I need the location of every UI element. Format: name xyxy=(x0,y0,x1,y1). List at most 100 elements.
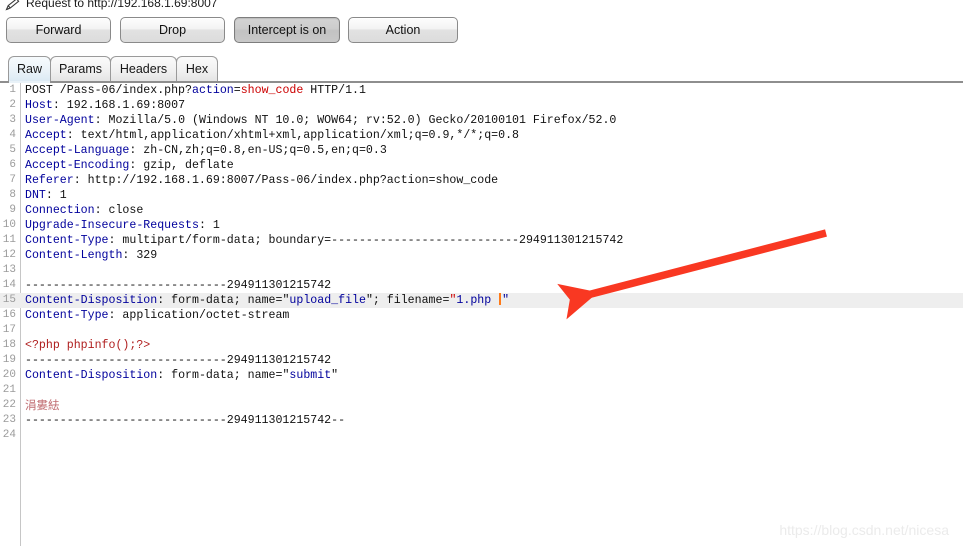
code-text: -----------------------------29491130121… xyxy=(25,413,345,428)
drop-button[interactable]: Drop xyxy=(120,17,225,43)
code-line[interactable]: 7 Referer: http://192.168.1.69:8007/Pass-… xyxy=(0,173,963,188)
code-span: action xyxy=(191,84,234,97)
line-number: 4 xyxy=(9,129,16,141)
code-span: Content-Disposition xyxy=(25,294,158,307)
line-number: 22 xyxy=(2,399,16,411)
code-line[interactable]: 10 Upgrade-Insecure-Requests: 1 xyxy=(0,218,963,233)
line-number: 3 xyxy=(9,114,16,126)
code-line[interactable]: 5 Accept-Language: zh-CN,zh;q=0.8,en-US;q… xyxy=(0,143,963,158)
code-text: Accept: text/html,application/xhtml+xml,… xyxy=(25,128,519,143)
code-span: upload_file xyxy=(289,294,366,307)
watermark: https://blog.csdn.net/nicesa xyxy=(779,522,949,538)
code-span: Accept-Encoding xyxy=(25,159,130,172)
line-number: 10 xyxy=(2,219,16,231)
code-line[interactable]: 14 -----------------------------294911301… xyxy=(0,278,963,293)
code-text: Content-Disposition: form-data; name= " up… xyxy=(25,293,509,308)
code-text: Upgrade-Insecure-Requests: 1 xyxy=(25,218,220,233)
code-line-list[interactable]: 1 POST /Pass-06/index.php?action=show_cod… xyxy=(0,83,963,443)
code-line[interactable]: 24 xyxy=(0,428,963,443)
code-span: "; filename= xyxy=(365,294,450,307)
code-line[interactable]: 23 -----------------------------294911301… xyxy=(0,413,963,428)
code-span: : Mozilla/5.0 (Windows NT 10.0; WOW64; r… xyxy=(94,114,617,127)
code-span: : http://192.168.1.69:8007/Pass-06/index… xyxy=(73,174,499,187)
code-span: show_code xyxy=(240,84,304,97)
code-line[interactable]: 22 涓婁紶 xyxy=(0,398,963,413)
tab-headers[interactable]: Headers xyxy=(110,56,177,81)
code-line[interactable]: 12 Content-Length: 329 xyxy=(0,248,963,263)
code-line[interactable]: 16 Content-Type: application/octet-stream xyxy=(0,308,963,323)
code-text: Content-Disposition: form-data; name= "su… xyxy=(25,368,338,383)
code-span: : text/html,application/xhtml+xml,applic… xyxy=(66,129,519,142)
raw-request-editor[interactable]: 1 POST /Pass-06/index.php?action=show_cod… xyxy=(0,83,963,546)
code-span: Upgrade-Insecure-Requests xyxy=(25,219,199,232)
code-span: Content-Length xyxy=(25,249,123,262)
code-text: Accept-Language: zh-CN,zh;q=0.8,en-US;q=… xyxy=(25,143,387,158)
code-line[interactable]: 6 Accept-Encoding: gzip, deflate xyxy=(0,158,963,173)
code-text: Content-Type: multipart/form-data; bound… xyxy=(25,233,623,248)
code-span: Connection xyxy=(25,204,95,217)
code-line[interactable]: 11 Content-Type: multipart/form-data; bou… xyxy=(0,233,963,248)
code-span: Content-Type xyxy=(25,309,109,322)
code-span: : 329 xyxy=(122,249,158,262)
code-text: POST /Pass-06/index.php?action=show_code… xyxy=(25,83,366,98)
code-text: -----------------------------29491130121… xyxy=(25,353,331,368)
forward-button[interactable]: Forward xyxy=(6,17,111,43)
code-line[interactable]: 2 Host: 192.168.1.69:8007 xyxy=(0,98,963,113)
code-span: Content-Type xyxy=(25,234,109,247)
code-span: submit xyxy=(289,369,332,382)
code-span: Content-Disposition xyxy=(25,369,158,382)
line-number: 5 xyxy=(9,144,16,156)
code-span: " xyxy=(502,294,510,307)
window-title-bar: Request to http://192.168.1.69:8007 xyxy=(0,0,963,14)
message-view-tabs: Raw Params Headers Hex xyxy=(0,56,963,82)
code-line[interactable]: 1 POST /Pass-06/index.php?action=show_cod… xyxy=(0,83,963,98)
code-line[interactable]: 3 User-Agent: Mozilla/5.0 (Windows NT 10.… xyxy=(0,113,963,128)
line-number: 7 xyxy=(9,174,16,186)
code-span: Accept xyxy=(25,129,67,142)
line-number: 6 xyxy=(9,159,16,171)
code-span: Referer xyxy=(25,174,74,187)
text-caret xyxy=(499,293,502,305)
code-text: DNT: 1 xyxy=(25,188,67,203)
line-number: 15 xyxy=(2,294,16,306)
code-line[interactable]: 8 DNT: 1 xyxy=(0,188,963,203)
code-span: -----------------------------29491130121… xyxy=(25,279,332,292)
action-button[interactable]: Action xyxy=(348,17,458,43)
code-line[interactable]: 21 xyxy=(0,383,963,398)
code-text: 涓婁紶 xyxy=(25,398,60,414)
intercept-toggle-button[interactable]: Intercept is on xyxy=(234,17,340,43)
tab-raw[interactable]: Raw xyxy=(8,56,51,81)
code-line[interactable]: 18 <?php phpinfo();?> xyxy=(0,338,963,353)
code-span: : application/octet-stream xyxy=(108,309,290,322)
code-span: -----------------------------29491130121… xyxy=(25,414,346,427)
code-line[interactable]: 13 xyxy=(0,263,963,278)
code-text: Content-Type: application/octet-stream xyxy=(25,308,289,323)
line-number: 13 xyxy=(2,264,16,276)
window-title: Request to http://192.168.1.69:8007 xyxy=(26,0,218,10)
tab-params[interactable]: Params xyxy=(50,56,111,81)
code-span: Host xyxy=(25,99,53,112)
code-span: 1.php xyxy=(456,294,499,307)
line-number: 1 xyxy=(9,84,16,96)
tab-hex[interactable]: Hex xyxy=(176,56,218,81)
code-span: : 192.168.1.69:8007 xyxy=(52,99,186,112)
pencil-icon xyxy=(4,0,22,13)
line-number: 18 xyxy=(2,339,16,351)
code-line[interactable]: 20 Content-Disposition: form-data; name= "… xyxy=(0,368,963,383)
line-number: 23 xyxy=(2,414,16,426)
code-span: : form-data; name= xyxy=(157,294,283,307)
code-line[interactable]: 17 xyxy=(0,323,963,338)
code-line[interactable]: 4 Accept: text/html,application/xhtml+xml… xyxy=(0,128,963,143)
code-line[interactable]: 15 Content-Disposition: form-data; name= "… xyxy=(0,293,963,308)
line-number: 16 xyxy=(2,309,16,321)
code-text: Connection: close xyxy=(25,203,143,218)
code-line[interactable]: 9 Connection: close xyxy=(0,203,963,218)
code-span: POST /Pass-06/index.php? xyxy=(25,84,192,97)
code-span: : form-data; name= xyxy=(157,369,283,382)
line-number: 11 xyxy=(2,234,16,246)
code-line[interactable]: 19 -----------------------------294911301… xyxy=(0,353,963,368)
code-span: " xyxy=(331,369,339,382)
line-number: 20 xyxy=(2,369,16,381)
code-span: = xyxy=(233,84,241,97)
code-span: : multipart/form-data; boundary=--------… xyxy=(108,234,624,247)
